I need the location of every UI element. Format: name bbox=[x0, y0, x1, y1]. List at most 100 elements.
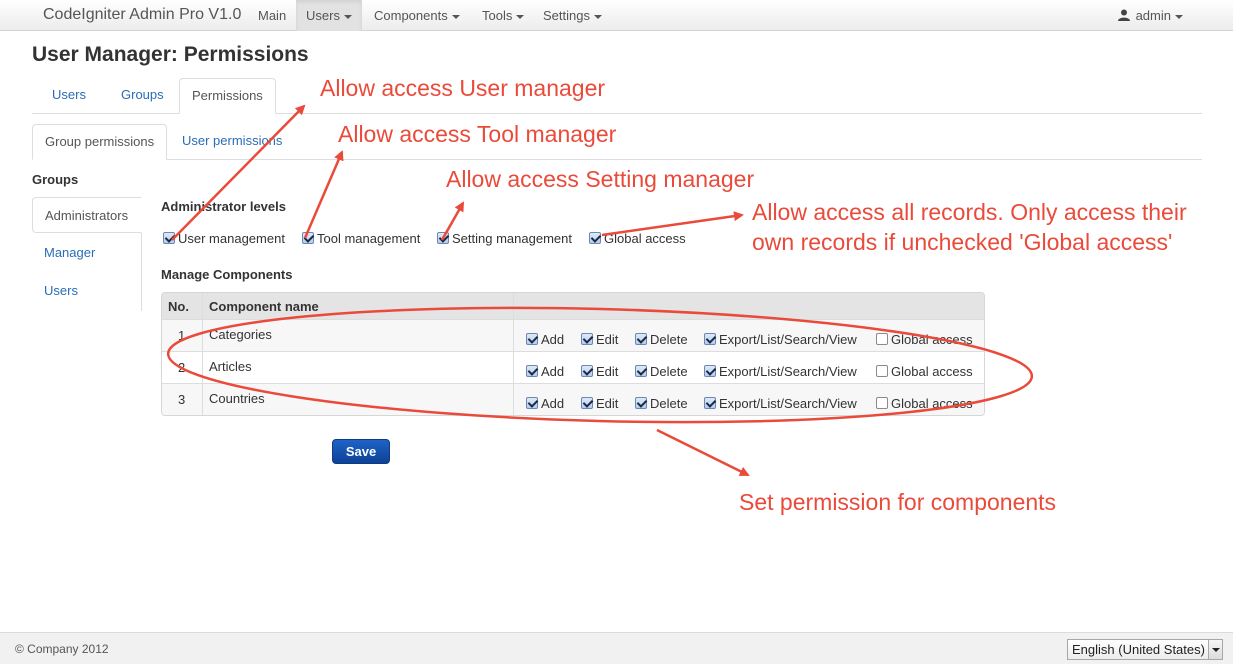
checkbox-checked[interactable] bbox=[581, 397, 593, 409]
tool-management-checkbox[interactable]: Tool management bbox=[302, 231, 420, 246]
user-icon bbox=[1117, 9, 1130, 21]
brand-title[interactable]: CodeIgniter Admin Pro V1.0 bbox=[43, 6, 241, 24]
perm-global-access[interactable]: Global access bbox=[876, 332, 973, 347]
checkbox-checked[interactable] bbox=[589, 232, 601, 244]
column-divider bbox=[202, 293, 203, 319]
column-divider bbox=[202, 320, 203, 351]
perm-export-list-search-view[interactable]: Export/List/Search/View bbox=[704, 396, 857, 411]
nav-settings[interactable]: Settings bbox=[533, 0, 612, 31]
perm-delete[interactable]: Delete bbox=[635, 396, 688, 411]
chevron-down-icon bbox=[516, 14, 525, 19]
perm-delete[interactable]: Delete bbox=[635, 364, 688, 379]
column-divider bbox=[513, 293, 514, 319]
annotation-arrow bbox=[656, 428, 750, 477]
perm-label: Global access bbox=[891, 396, 973, 411]
nav-components[interactable]: Components bbox=[364, 0, 470, 31]
perm-export-list-search-view[interactable]: Export/List/Search/View bbox=[704, 364, 857, 379]
tool-management-label: Tool management bbox=[317, 231, 421, 246]
tab-group-permissions[interactable]: Group permissions bbox=[32, 124, 168, 160]
column-divider bbox=[202, 384, 203, 415]
component-name: Articles bbox=[209, 359, 252, 374]
checkbox-checked[interactable] bbox=[163, 232, 175, 244]
language-selected: English (United States) bbox=[1072, 642, 1205, 657]
manage-components-title: Manage Components bbox=[161, 267, 293, 282]
chevron-down-icon[interactable] bbox=[1208, 640, 1222, 659]
checkbox-checked[interactable] bbox=[635, 333, 647, 345]
checkbox-checked[interactable] bbox=[635, 365, 647, 377]
checkbox-unchecked[interactable] bbox=[876, 397, 888, 409]
checkbox-checked[interactable] bbox=[526, 333, 538, 345]
nav-users-label: Users bbox=[306, 8, 340, 23]
perm-edit[interactable]: Edit bbox=[581, 332, 618, 347]
language-select[interactable]: English (United States) bbox=[1067, 639, 1223, 660]
perm-edit[interactable]: Edit bbox=[581, 364, 618, 379]
annotation-arrow bbox=[303, 150, 344, 239]
group-administrators[interactable]: Administrators bbox=[32, 197, 142, 233]
column-divider bbox=[202, 352, 203, 383]
top-navbar: CodeIgniter Admin Pro V1.0 Main Users Co… bbox=[0, 0, 1233, 31]
perm-label: Delete bbox=[650, 332, 688, 347]
user-management-label: User management bbox=[178, 231, 285, 246]
user-name: admin bbox=[1135, 8, 1171, 23]
perm-export-list-search-view[interactable]: Export/List/Search/View bbox=[704, 332, 857, 347]
checkbox-unchecked[interactable] bbox=[876, 333, 888, 345]
table-row: 2 Articles Add Edit Delete Export/List/S… bbox=[162, 351, 984, 383]
user-menu[interactable]: admin bbox=[1117, 0, 1183, 31]
perm-global-access[interactable]: Global access bbox=[876, 364, 973, 379]
setting-management-checkbox[interactable]: Setting management bbox=[437, 231, 572, 246]
checkbox-unchecked[interactable] bbox=[876, 365, 888, 377]
checkbox-checked[interactable] bbox=[704, 397, 716, 409]
header-component-name: Component name bbox=[209, 299, 319, 314]
nav-components-label: Components bbox=[374, 8, 448, 23]
table-row: 1 Categories Add Edit Delete Export/List… bbox=[162, 319, 984, 351]
components-table: No. Component name 1 Categories Add Edit… bbox=[161, 292, 985, 416]
perm-label: Delete bbox=[650, 396, 688, 411]
nav-tools[interactable]: Tools bbox=[472, 0, 534, 31]
row-number: 1 bbox=[178, 328, 186, 343]
tab-user-permissions[interactable]: User permissions bbox=[170, 124, 294, 160]
annotation-setting-manager: Allow access Setting manager bbox=[446, 166, 755, 192]
perm-label: Edit bbox=[596, 332, 619, 347]
tab-permissions[interactable]: Permissions bbox=[179, 78, 276, 114]
row-number: 3 bbox=[178, 392, 186, 407]
perm-add[interactable]: Add bbox=[526, 332, 564, 347]
perm-add[interactable]: Add bbox=[526, 396, 564, 411]
tab-groups[interactable]: Groups bbox=[109, 78, 176, 114]
save-button[interactable]: Save bbox=[332, 439, 390, 464]
checkbox-checked[interactable] bbox=[704, 365, 716, 377]
perm-global-access[interactable]: Global access bbox=[876, 396, 973, 411]
component-name: Categories bbox=[209, 327, 272, 342]
annotation-tool-manager: Allow access Tool manager bbox=[338, 121, 617, 147]
global-access-label: Global access bbox=[604, 231, 686, 246]
header-no: No. bbox=[168, 299, 189, 314]
checkbox-checked[interactable] bbox=[302, 232, 314, 244]
checkbox-checked[interactable] bbox=[437, 232, 449, 244]
checkbox-checked[interactable] bbox=[581, 333, 593, 345]
perm-add[interactable]: Add bbox=[526, 364, 564, 379]
chevron-down-icon bbox=[343, 14, 352, 19]
checkbox-checked[interactable] bbox=[526, 397, 538, 409]
checkbox-checked[interactable] bbox=[581, 365, 593, 377]
table-header-row: No. Component name bbox=[162, 293, 984, 319]
checkbox-checked[interactable] bbox=[635, 397, 647, 409]
nav-users[interactable]: Users bbox=[296, 0, 362, 31]
user-management-checkbox[interactable]: User management bbox=[163, 231, 285, 246]
nav-settings-label: Settings bbox=[543, 8, 590, 23]
global-access-checkbox[interactable]: Global access bbox=[589, 231, 686, 246]
perm-edit[interactable]: Edit bbox=[581, 396, 618, 411]
group-manager[interactable]: Manager bbox=[32, 235, 142, 271]
nav-main[interactable]: Main bbox=[248, 0, 296, 31]
annotation-user-manager: Allow access User manager bbox=[320, 75, 606, 101]
perm-label: Add bbox=[541, 364, 565, 379]
perm-label: Delete bbox=[650, 364, 688, 379]
groups-title: Groups bbox=[32, 172, 79, 187]
perm-label: Add bbox=[541, 332, 565, 347]
row-number: 2 bbox=[178, 360, 186, 375]
group-users[interactable]: Users bbox=[32, 273, 142, 309]
perm-label: Global access bbox=[891, 364, 973, 379]
checkbox-checked[interactable] bbox=[526, 365, 538, 377]
perm-delete[interactable]: Delete bbox=[635, 332, 688, 347]
nav-main-label: Main bbox=[258, 8, 287, 23]
checkbox-checked[interactable] bbox=[704, 333, 716, 345]
tab-users[interactable]: Users bbox=[40, 78, 98, 114]
